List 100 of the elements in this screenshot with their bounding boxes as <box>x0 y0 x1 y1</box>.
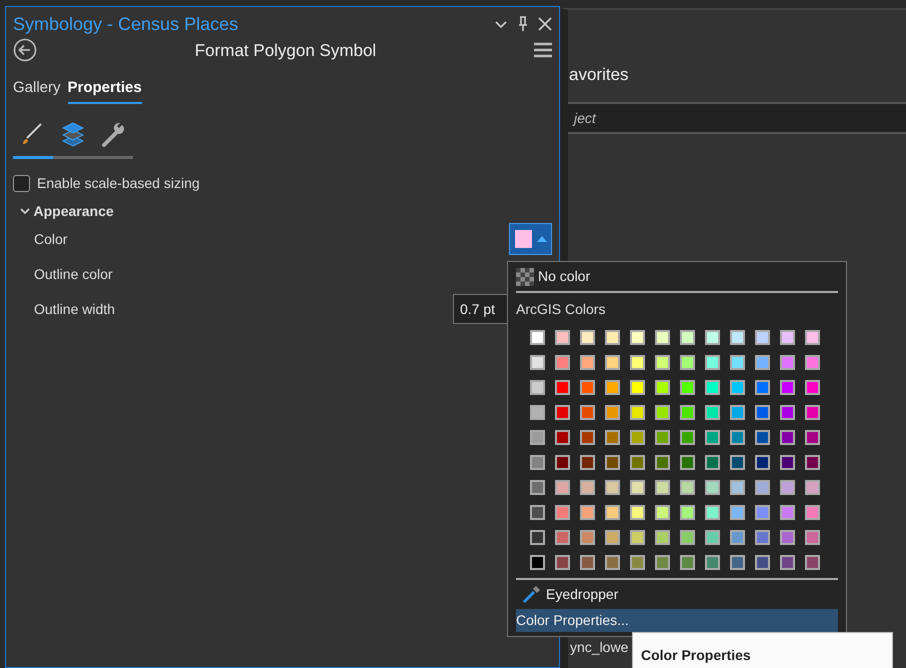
color-swatch[interactable] <box>630 354 645 370</box>
color-swatch[interactable] <box>755 480 770 495</box>
list-item[interactable]: ync_lowe <box>570 639 628 655</box>
color-swatch[interactable] <box>730 430 745 445</box>
color-swatch[interactable] <box>530 430 545 445</box>
checkbox[interactable] <box>13 174 30 192</box>
color-swatch[interactable] <box>655 530 670 545</box>
color-swatch[interactable] <box>805 354 820 370</box>
color-swatch[interactable] <box>605 330 620 345</box>
menu-item[interactable]: Color Properties... <box>516 608 838 632</box>
color-swatch[interactable] <box>555 480 570 495</box>
color-swatch[interactable] <box>555 354 570 370</box>
number-field[interactable]: 0.7 pt <box>453 294 509 324</box>
color-swatch[interactable] <box>530 530 545 545</box>
color-swatch[interactable] <box>605 504 620 520</box>
color-swatch[interactable] <box>755 354 770 370</box>
color-swatch[interactable] <box>580 480 595 495</box>
color-swatch[interactable] <box>655 380 670 395</box>
color-swatch[interactable] <box>555 504 570 520</box>
color-swatch[interactable] <box>580 330 595 345</box>
color-swatch[interactable] <box>680 430 695 445</box>
color-swatch[interactable] <box>805 330 820 345</box>
color-swatch[interactable] <box>755 454 770 470</box>
color-swatch[interactable] <box>680 454 695 470</box>
color-swatch[interactable] <box>655 480 670 495</box>
color-swatch[interactable] <box>605 354 620 370</box>
color-swatch[interactable] <box>680 480 695 495</box>
color-swatch[interactable] <box>805 480 820 495</box>
color-swatch[interactable] <box>705 430 720 445</box>
color-swatch[interactable] <box>780 404 795 420</box>
chevron-icon[interactable] <box>20 206 30 216</box>
color-swatch[interactable] <box>780 330 795 345</box>
color-swatch[interactable] <box>530 454 545 470</box>
color-swatch[interactable] <box>630 554 645 570</box>
color-swatch[interactable] <box>555 554 570 570</box>
color-swatch[interactable] <box>655 330 670 345</box>
color-swatch[interactable] <box>805 430 820 445</box>
color-swatch[interactable] <box>805 504 820 520</box>
tab[interactable]: Gallery <box>13 77 61 104</box>
color-swatch[interactable] <box>655 354 670 370</box>
color-swatch[interactable] <box>655 454 670 470</box>
eyedropper-item[interactable]: Eyedropper <box>516 583 838 605</box>
back-icon[interactable] <box>13 38 37 62</box>
color-swatch[interactable] <box>730 530 745 545</box>
color-swatch[interactable] <box>630 380 645 395</box>
search-field[interactable]: ject <box>568 102 906 134</box>
color-swatch[interactable] <box>755 554 770 570</box>
color-swatch[interactable] <box>730 504 745 520</box>
color-swatch[interactable] <box>780 504 795 520</box>
color-swatch[interactable] <box>780 554 795 570</box>
color-swatch[interactable] <box>580 354 595 370</box>
color-swatch[interactable] <box>630 530 645 545</box>
color-swatch[interactable] <box>805 454 820 470</box>
color-swatch[interactable] <box>780 380 795 395</box>
color-swatch[interactable] <box>605 454 620 470</box>
color-swatch[interactable] <box>805 554 820 570</box>
color-swatch[interactable] <box>555 380 570 395</box>
color-swatch[interactable] <box>755 504 770 520</box>
pin-icon[interactable] <box>516 16 530 32</box>
color-swatch[interactable] <box>705 404 720 420</box>
color-swatch[interactable] <box>530 504 545 520</box>
close-icon[interactable] <box>538 17 552 31</box>
color-swatch[interactable] <box>530 554 545 570</box>
color-swatch[interactable] <box>780 354 795 370</box>
color-swatch[interactable] <box>755 430 770 445</box>
color-swatch[interactable] <box>780 430 795 445</box>
color-swatch[interactable] <box>655 554 670 570</box>
color-swatch[interactable] <box>705 480 720 495</box>
color-swatch[interactable] <box>630 404 645 420</box>
color-swatch[interactable] <box>755 380 770 395</box>
color-swatch[interactable] <box>680 380 695 395</box>
color-swatch[interactable] <box>580 380 595 395</box>
color-swatch[interactable] <box>680 354 695 370</box>
color-swatch[interactable] <box>555 454 570 470</box>
color-swatch[interactable] <box>755 530 770 545</box>
color-swatch[interactable] <box>755 330 770 345</box>
color-swatch[interactable] <box>605 530 620 545</box>
color-swatch[interactable] <box>605 404 620 420</box>
color-swatch[interactable] <box>755 404 770 420</box>
color-swatch[interactable] <box>555 404 570 420</box>
color-swatch[interactable] <box>680 504 695 520</box>
color-swatch[interactable] <box>680 330 695 345</box>
color-swatch[interactable] <box>705 380 720 395</box>
color-swatch[interactable] <box>730 454 745 470</box>
color-swatch[interactable] <box>680 530 695 545</box>
color-swatch[interactable] <box>730 330 745 345</box>
color-swatch[interactable] <box>730 480 745 495</box>
color-swatch[interactable] <box>630 430 645 445</box>
color-swatch[interactable] <box>530 354 545 370</box>
color-swatch[interactable] <box>780 530 795 545</box>
color-swatch[interactable] <box>705 354 720 370</box>
color-swatch[interactable] <box>605 380 620 395</box>
color-swatch[interactable] <box>680 404 695 420</box>
color-swatch[interactable] <box>605 554 620 570</box>
color-swatch[interactable] <box>630 330 645 345</box>
color-swatch[interactable] <box>730 554 745 570</box>
color-swatch[interactable] <box>605 480 620 495</box>
color-swatch[interactable] <box>580 454 595 470</box>
color-swatch[interactable] <box>530 380 545 395</box>
color-swatch[interactable] <box>605 430 620 445</box>
